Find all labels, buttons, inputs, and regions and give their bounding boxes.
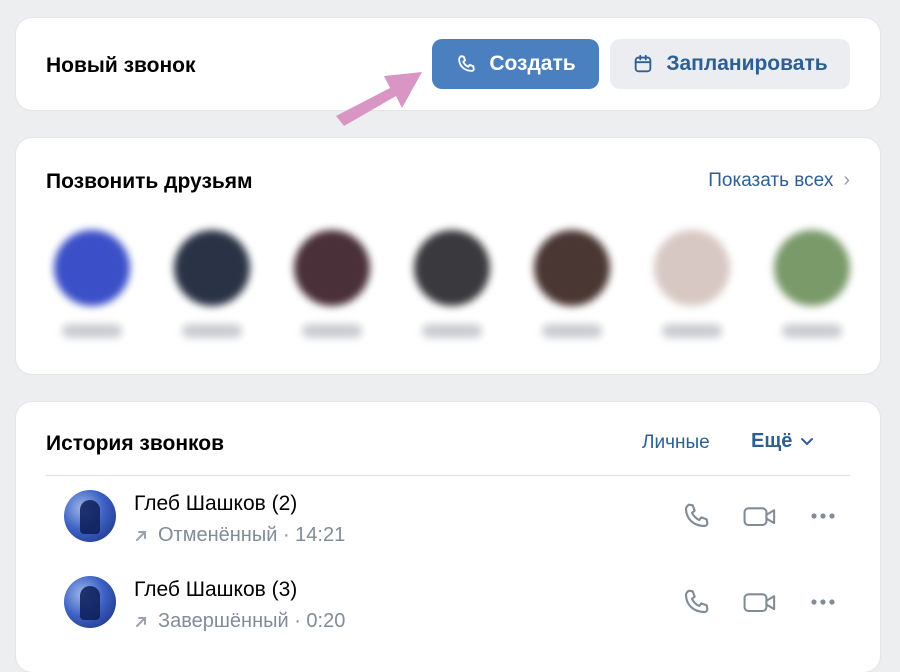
schedule-call-label: Запланировать xyxy=(666,52,828,75)
call-phone-icon[interactable] xyxy=(680,500,712,532)
avatar xyxy=(654,230,730,306)
call-phone-icon[interactable] xyxy=(680,586,712,618)
call-status-text: Отменённый · 14:21 xyxy=(158,524,346,546)
friend-item[interactable] xyxy=(282,230,382,338)
create-call-label: Создать xyxy=(489,52,576,75)
video-call-icon[interactable] xyxy=(742,500,778,532)
pointer-arrow-icon xyxy=(336,72,422,126)
friend-item[interactable] xyxy=(522,230,622,338)
show-all-link[interactable]: Показать всех › xyxy=(708,169,850,192)
friend-item[interactable] xyxy=(402,230,502,338)
tab-more[interactable]: Ещё xyxy=(751,430,814,453)
friend-item[interactable] xyxy=(162,230,262,338)
video-call-icon[interactable] xyxy=(742,586,778,618)
avatar xyxy=(174,230,250,306)
calendar-icon xyxy=(635,54,652,73)
avatar xyxy=(534,230,610,306)
avatar xyxy=(774,230,850,306)
more-icon[interactable] xyxy=(808,500,838,532)
call-status-text: Завершённый · 0:20 xyxy=(158,610,346,632)
new-call-card: Новый звонок Создать Запланировать xyxy=(16,18,880,110)
caller-name: Глеб Шашков (2) xyxy=(134,492,298,515)
phone-icon xyxy=(458,55,476,72)
friend-name-blurred xyxy=(662,324,722,338)
avatar xyxy=(54,230,130,306)
call-history-card: История звонков Личные Ещё Глеб Шашков (… xyxy=(16,402,880,672)
call-history-title: История звонков xyxy=(46,432,224,455)
call-friends-card: Позвонить друзьям Показать всех › xyxy=(16,138,880,374)
create-call-button[interactable]: Создать xyxy=(432,39,599,89)
avatar xyxy=(294,230,370,306)
friend-name-blurred xyxy=(422,324,482,338)
divider xyxy=(46,475,850,476)
schedule-call-button[interactable]: Запланировать xyxy=(610,39,850,89)
friend-item[interactable] xyxy=(762,230,862,338)
avatar xyxy=(414,230,490,306)
call-history-row[interactable]: Глеб Шашков (2) Отменённый · 14:21 xyxy=(16,484,880,564)
chevron-right-icon: › xyxy=(843,169,850,191)
caller-name: Глеб Шашков (3) xyxy=(134,578,298,601)
friend-item[interactable] xyxy=(642,230,742,338)
outgoing-arrow-icon xyxy=(136,616,146,627)
friend-name-blurred xyxy=(182,324,242,338)
new-call-title: Новый звонок xyxy=(46,54,196,77)
outgoing-arrow-icon xyxy=(136,530,146,541)
tab-more-label: Ещё xyxy=(751,430,793,452)
friend-name-blurred xyxy=(62,324,122,338)
friend-name-blurred xyxy=(542,324,602,338)
tab-personal[interactable]: Личные xyxy=(642,432,710,454)
show-all-label: Показать всех xyxy=(708,169,834,191)
avatar xyxy=(64,490,116,542)
call-status: Отменённый · 14:21 xyxy=(134,524,345,547)
call-history-row[interactable]: Глеб Шашков (3) Завершённый · 0:20 xyxy=(16,570,880,650)
call-friends-title: Позвонить друзьям xyxy=(46,170,253,193)
friend-name-blurred xyxy=(782,324,842,338)
friend-item[interactable] xyxy=(42,230,142,338)
call-status: Завершённый · 0:20 xyxy=(134,610,345,633)
chevron-down-icon xyxy=(801,437,814,445)
more-icon[interactable] xyxy=(808,586,838,618)
friend-name-blurred xyxy=(302,324,362,338)
avatar xyxy=(64,576,116,628)
